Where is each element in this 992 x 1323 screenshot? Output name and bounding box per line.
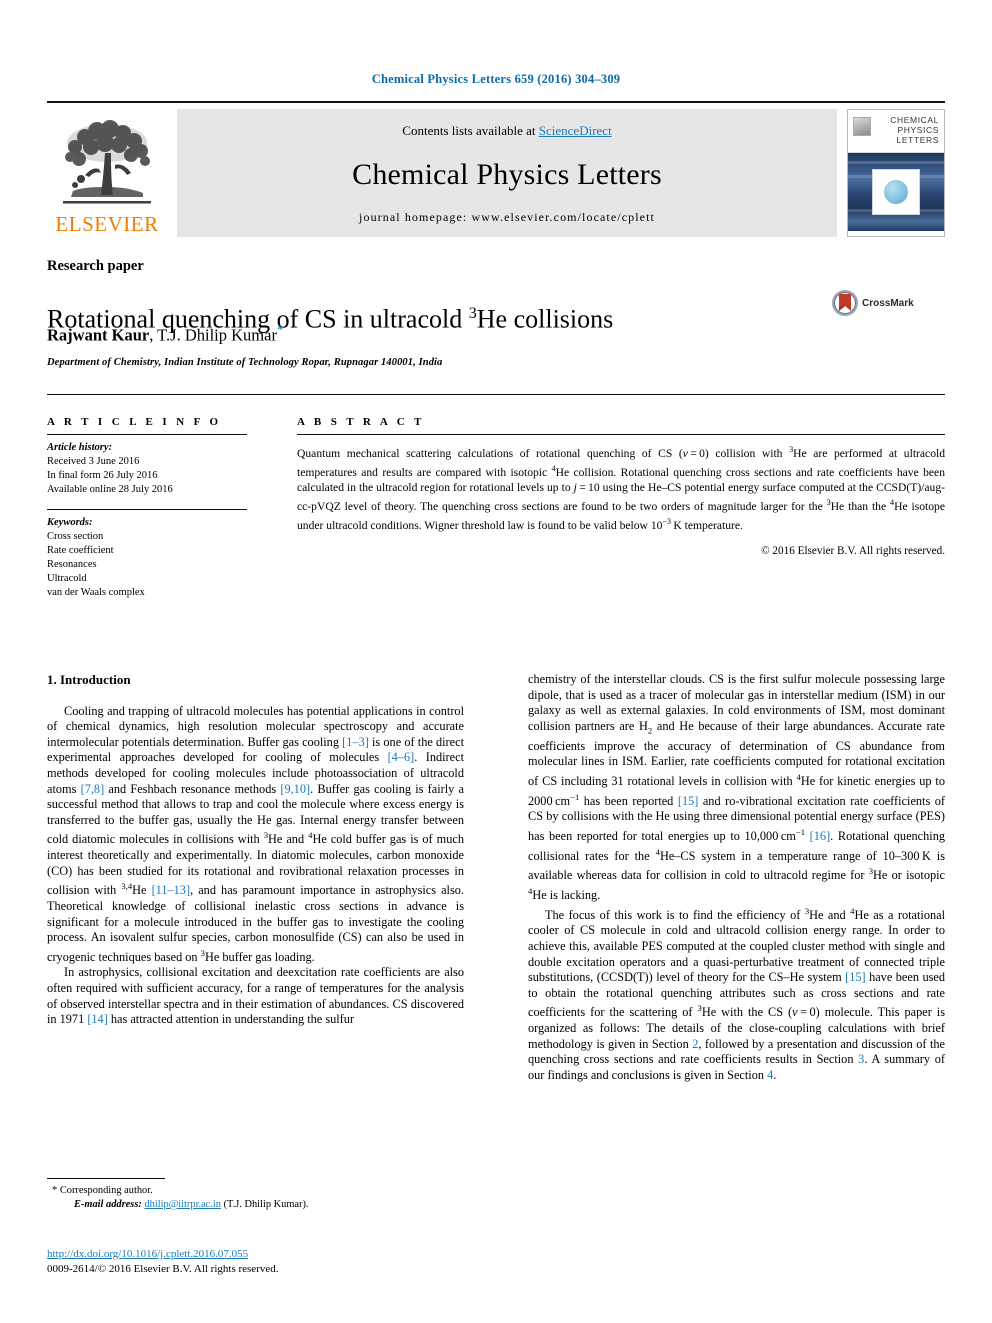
corresponding-author-text: Corresponding author. bbox=[59, 1185, 153, 1196]
footnote-marker: * bbox=[52, 1185, 58, 1196]
crossmark-badge-icon bbox=[832, 290, 858, 316]
paragraph: In astrophysics, collisional excitation … bbox=[47, 965, 464, 1027]
doi-link[interactable]: http://dx.doi.org/10.1016/j.cplett.2016.… bbox=[47, 1248, 248, 1260]
history-item: Received 3 June 2016 bbox=[47, 456, 140, 467]
title-superscript: 3 bbox=[468, 305, 477, 323]
cover-top: CHEMICAL PHYSICS LETTERS bbox=[848, 110, 944, 153]
keyword-item: Resonances bbox=[47, 559, 97, 570]
cover-molecule-inset bbox=[872, 169, 920, 215]
cover-title-line-3: LETTERS bbox=[896, 135, 939, 145]
section-heading-introduction: 1. Introduction bbox=[47, 672, 131, 687]
cover-elsevier-icon bbox=[853, 117, 871, 136]
paper-page: Chemical Physics Letters 659 (2016) 304–… bbox=[0, 0, 992, 1323]
keyword-item: Cross section bbox=[47, 531, 104, 542]
footnote-block: * Corresponding author. E-mail address: … bbox=[47, 1178, 464, 1212]
journal-cover-thumbnail[interactable]: CHEMICAL PHYSICS LETTERS bbox=[847, 109, 945, 237]
contents-line: Contents lists available at ScienceDirec… bbox=[402, 123, 611, 139]
elsevier-logo: ELSEVIER bbox=[47, 109, 167, 237]
elsevier-tree-icon bbox=[63, 120, 151, 204]
body-column-right: chemistry of the interstellar clouds. CS… bbox=[528, 672, 945, 1083]
keyword-item: van der Waals complex bbox=[47, 587, 145, 598]
crossmark-label: CrossMark bbox=[862, 297, 914, 309]
paragraph: Cooling and trapping of ultracold molecu… bbox=[47, 703, 464, 964]
body-column-left: 1. Introduction Cooling and trapping of … bbox=[47, 672, 464, 1028]
paragraph: The focus of this work is to find the ef… bbox=[528, 905, 945, 1082]
footer-block: http://dx.doi.org/10.1016/j.cplett.2016.… bbox=[47, 1247, 547, 1276]
cover-title-line-1: CHEMICAL bbox=[890, 115, 939, 125]
cover-title-line-2: PHYSICS bbox=[897, 125, 939, 135]
affiliation: Department of Chemistry, Indian Institut… bbox=[47, 357, 443, 368]
keywords-block: Keywords: Cross section Rate coefficient… bbox=[47, 516, 247, 600]
article-info-rule bbox=[47, 434, 247, 435]
email-link[interactable]: dhilip@iitrpr.ac.in bbox=[144, 1199, 221, 1210]
author-1: Rajwant Kaur bbox=[47, 325, 150, 345]
journal-masthead: ELSEVIER Contents lists available at Sci… bbox=[47, 101, 945, 237]
keyword-item: Ultracold bbox=[47, 573, 87, 584]
running-head: Chemical Physics Letters 659 (2016) 304–… bbox=[371, 72, 621, 86]
history-item: In final form 26 July 2016 bbox=[47, 470, 158, 481]
author-2: T.J. Dhilip Kumar bbox=[157, 325, 277, 345]
abstract-text: Quantum mechanical scattering calculatio… bbox=[297, 445, 946, 533]
cover-artwork bbox=[848, 153, 944, 231]
paragraph: chemistry of the interstellar clouds. CS… bbox=[528, 672, 946, 903]
abstract-rule bbox=[297, 434, 945, 435]
author-list: Rajwant Kaur, T.J. Dhilip Kumar* bbox=[47, 322, 283, 346]
article-info-column: Article history: Received 3 June 2016 In… bbox=[47, 434, 247, 612]
email-label: E-mail address: bbox=[74, 1199, 142, 1210]
journal-name: Chemical Physics Letters bbox=[352, 157, 662, 191]
crossmark-badge[interactable]: CrossMark bbox=[832, 290, 914, 316]
journal-band: Contents lists available at ScienceDirec… bbox=[177, 109, 837, 237]
corresponding-author-note: * Corresponding author. bbox=[47, 1184, 464, 1198]
title-suffix: He collisions bbox=[476, 305, 614, 335]
article-type: Research paper bbox=[47, 258, 144, 274]
masthead-top-rule bbox=[47, 101, 945, 103]
elsevier-wordmark: ELSEVIER bbox=[55, 212, 159, 236]
author-separator: , bbox=[149, 325, 158, 345]
footnote-rule bbox=[47, 1178, 165, 1179]
abstract-column: Quantum mechanical scattering calculatio… bbox=[297, 434, 945, 560]
history-item: Available online 28 July 2016 bbox=[47, 484, 173, 495]
cover-title: CHEMICAL PHYSICS LETTERS bbox=[890, 115, 939, 145]
keywords-rule bbox=[47, 509, 247, 510]
article-info-label: A R T I C L E I N F O bbox=[47, 416, 222, 428]
email-owner: (T.J. Dhilip Kumar). bbox=[223, 1199, 309, 1210]
article-history-heading: Article history: bbox=[47, 442, 113, 453]
corresponding-author-marker[interactable]: * bbox=[277, 322, 284, 337]
sciencedirect-link[interactable]: ScienceDirect bbox=[539, 123, 612, 138]
abstract-label: A B S T R A C T bbox=[297, 416, 425, 428]
contents-prefix: Contents lists available at bbox=[402, 123, 539, 138]
email-note: E-mail address: dhilip@iitrpr.ac.in (T.J… bbox=[47, 1198, 464, 1212]
abstract-block-top-rule bbox=[47, 394, 945, 395]
journal-homepage[interactable]: journal homepage: www.elsevier.com/locat… bbox=[359, 210, 655, 225]
abstract-copyright: © 2016 Elsevier B.V. All rights reserved… bbox=[761, 545, 945, 558]
issn-copyright-line: 0009-2614/© 2016 Elsevier B.V. All right… bbox=[47, 1262, 279, 1275]
keyword-item: Rate coefficient bbox=[47, 545, 114, 556]
article-history-block: Article history: Received 3 June 2016 In… bbox=[47, 441, 247, 497]
keywords-heading: Keywords: bbox=[47, 517, 93, 528]
cover-globe-icon bbox=[884, 180, 908, 204]
